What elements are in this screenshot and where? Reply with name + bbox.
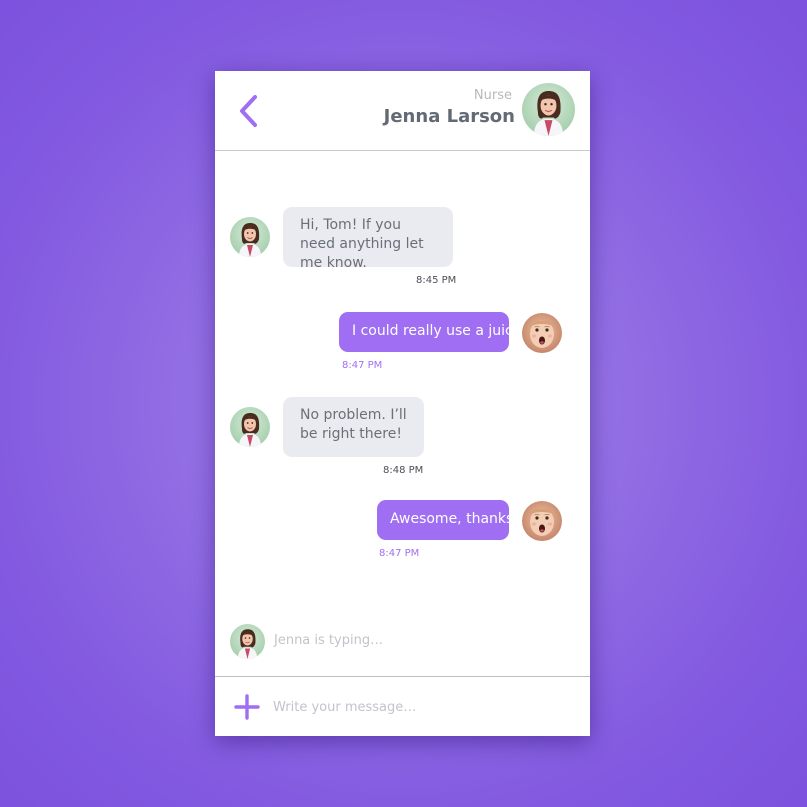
add-attachment-button[interactable] bbox=[234, 694, 260, 720]
typing-indicator: Jenna is typing… bbox=[274, 633, 384, 648]
chat-header: Nurse Jenna Larson bbox=[215, 71, 590, 151]
message-avatar bbox=[230, 407, 270, 447]
message-composer bbox=[215, 676, 590, 736]
contact-avatar[interactable] bbox=[522, 83, 575, 136]
chevron-left-icon bbox=[240, 95, 257, 127]
incoming-message-bubble[interactable]: No problem. I’ll be right there! bbox=[283, 397, 424, 457]
nurse-avatar-icon bbox=[522, 83, 575, 136]
message-input[interactable] bbox=[273, 695, 563, 719]
nurse-avatar-icon bbox=[230, 624, 265, 659]
outgoing-message-bubble[interactable]: Awesome, thanks bbox=[377, 500, 513, 540]
incoming-message-bubble[interactable]: Hi, Tom! If you need anything let me kno… bbox=[283, 207, 453, 271]
message-timestamp: 8:47 PM bbox=[342, 360, 383, 371]
nurse-avatar-icon bbox=[230, 217, 270, 257]
outgoing-message-bubble[interactable]: I could really use a juice! bbox=[339, 312, 527, 352]
message-avatar bbox=[522, 501, 562, 541]
message-timestamp: 8:45 PM bbox=[416, 275, 457, 286]
kid-avatar-icon bbox=[522, 313, 562, 353]
contact-name[interactable]: Jenna Larson bbox=[384, 106, 515, 127]
message-avatar bbox=[522, 313, 562, 353]
message-timestamp: 8:48 PM bbox=[383, 465, 424, 476]
message-avatar bbox=[230, 217, 270, 257]
chat-screen: Nurse Jenna Larson Hi, Tom! If you need … bbox=[215, 71, 590, 736]
nurse-avatar-icon bbox=[230, 407, 270, 447]
contact-role: Nurse bbox=[473, 88, 512, 103]
kid-avatar-icon bbox=[522, 501, 562, 541]
message-timestamp: 8:47 PM bbox=[379, 548, 420, 559]
back-button[interactable] bbox=[233, 93, 263, 129]
plus-icon bbox=[234, 694, 260, 720]
typing-avatar bbox=[230, 624, 265, 659]
